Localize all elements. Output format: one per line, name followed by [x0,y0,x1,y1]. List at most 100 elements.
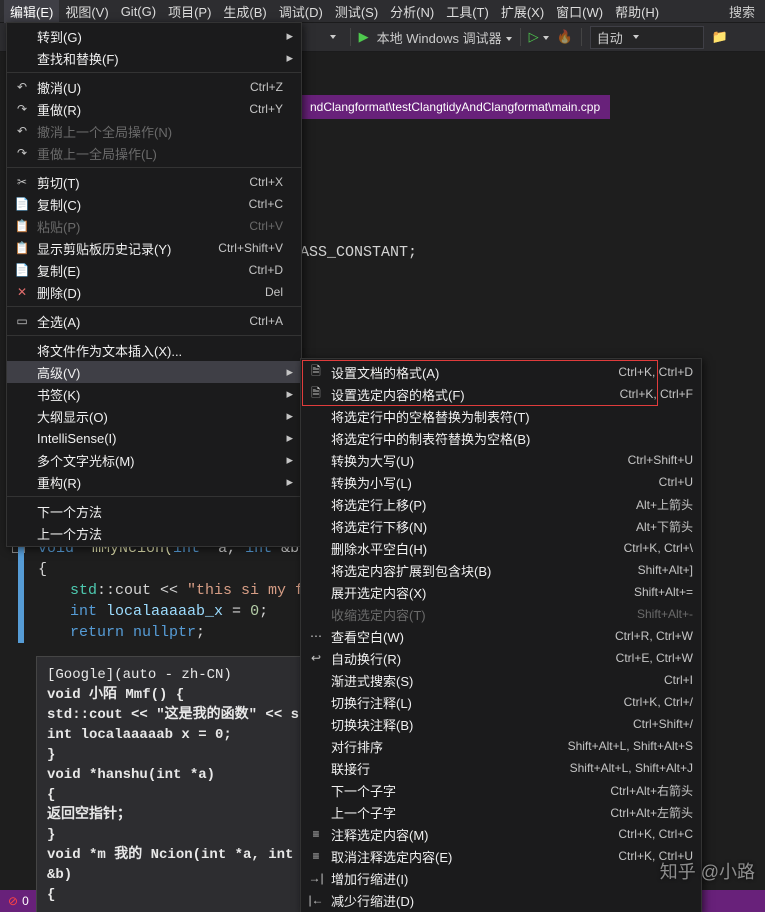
folder-icon[interactable]: 📁 [712,29,728,45]
menu-item[interactable]: ✂剪切(T)Ctrl+X [7,171,301,193]
submenu-item[interactable]: ↩自动换行(R)Ctrl+E, Ctrl+W [301,647,701,669]
menu-item[interactable]: ▭全选(A)Ctrl+A [7,310,301,332]
menu-shortcut: Ctrl+R, Ctrl+W [603,629,693,643]
menu-edit[interactable]: 编辑(E) [4,0,59,23]
submenu-item[interactable]: ≡取消注释选定内容(E)Ctrl+K, Ctrl+U [301,845,701,867]
code-kw: return [70,624,124,641]
code-str: "this si my fu [187,582,313,599]
menu-label: 撤消(U) [31,78,238,97]
play-icon[interactable]: ▶ [359,29,369,45]
submenu-item[interactable]: →|增加行缩进(I) [301,867,701,889]
menu-extensions[interactable]: 扩展(X) [495,0,550,23]
menu-icon: ≡ [307,849,325,863]
menu-item[interactable]: 重构(R)▸ [7,471,301,493]
submenu-item[interactable]: 切换行注释(L)Ctrl+K, Ctrl+/ [301,691,701,713]
submenu-item[interactable]: 切换块注释(B)Ctrl+Shift+/ [301,713,701,735]
status-errors[interactable]: 0 [8,894,29,908]
menu-shortcut: Ctrl+Shift+/ [621,717,693,731]
submenu-item[interactable]: 🗎设置文档的格式(A)Ctrl+K, Ctrl+D [301,361,701,383]
menu-item[interactable]: ↷重做(R)Ctrl+Y [7,98,301,120]
menu-help[interactable]: 帮助(H) [609,0,665,23]
menu-view[interactable]: 视图(V) [59,0,114,23]
submenu-item[interactable]: 🗎设置选定内容的格式(F)Ctrl+K, Ctrl+F [301,383,701,405]
menu-search[interactable]: 搜索 [723,0,761,23]
submenu-item[interactable]: 下一个子字Ctrl+Alt+右箭头 [301,779,701,801]
config-dropdown[interactable] [310,29,342,46]
debugger-target[interactable]: 本地 Windows 调试器 [377,28,512,47]
menu-icon: ✂ [13,175,31,189]
menu-label: 删除(D) [31,283,253,302]
menu-item[interactable]: 查找和替换(F)▸ [7,47,301,69]
menu-icon: ⋯ [307,629,325,643]
menu-item[interactable]: 📄复制(C)Ctrl+C [7,193,301,215]
menu-item[interactable]: IntelliSense(I)▸ [7,427,301,449]
menu-item[interactable]: 转到(G)▸ [7,25,301,47]
menu-label: 联接行 [325,759,558,778]
menu-item[interactable]: 📄复制(E)Ctrl+D [7,259,301,281]
edit-dropdown-menu: 转到(G)▸查找和替换(F)▸↶撤消(U)Ctrl+Z↷重做(R)Ctrl+Y↶… [6,22,302,547]
code-kw: int [70,603,97,620]
menu-label: 将选定内容扩展到包含块(B) [325,561,626,580]
menu-debug[interactable]: 调试(D) [273,0,329,23]
file-tab[interactable]: ndClangformat\testClangtidyAndClangforma… [300,95,610,119]
menu-label: 对行排序 [325,737,556,756]
tooltip-line: { [47,785,311,805]
submenu-item[interactable]: 将选定内容扩展到包含块(B)Shift+Alt+] [301,559,701,581]
submenu-item[interactable]: 对行排序Shift+Alt+L, Shift+Alt+S [301,735,701,757]
menu-item[interactable]: ↶撤消(U)Ctrl+Z [7,76,301,98]
menu-item[interactable]: 下一个方法 [7,500,301,522]
intellisense-tooltip: [Google](auto - zh-CN) void 小陌 Mmf() { s… [36,656,322,912]
play-no-debug-icon[interactable]: ▷ [529,29,549,45]
menu-item[interactable]: 多个文字光标(M)▸ [7,449,301,471]
submenu-item[interactable]: ≡注释选定内容(M)Ctrl+K, Ctrl+C [301,823,701,845]
menu-git[interactable]: Git(G) [115,2,162,21]
menu-project[interactable]: 项目(P) [162,0,217,23]
submenu-item[interactable]: 联接行Shift+Alt+L, Shift+Alt+J [301,757,701,779]
menu-build[interactable]: 生成(B) [217,0,272,23]
submenu-item[interactable]: ⋯查看空白(W)Ctrl+R, Ctrl+W [301,625,701,647]
submenu-item[interactable]: 渐进式搜索(S)Ctrl+I [301,669,701,691]
hot-reload-icon[interactable]: 🔥 [557,29,573,45]
submenu-item[interactable]: 上一个子字Ctrl+Alt+左箭头 [301,801,701,823]
menu-item[interactable]: 高级(V)▸ [7,361,301,383]
tooltip-line: } [47,825,311,845]
submenu-item[interactable]: |←减少行缩进(D) [301,889,701,911]
menu-separator [7,335,301,336]
watermark: 知乎 @小路 [660,858,755,884]
menu-item[interactable]: 将文件作为文本插入(X)... [7,339,301,361]
menu-shortcut: Alt+下箭头 [624,518,693,535]
menu-icon: |← [307,893,325,907]
submenu-item[interactable]: 将选定行上移(P)Alt+上箭头 [301,493,701,515]
menu-window[interactable]: 窗口(W) [550,0,609,23]
submenu-item[interactable]: 将选定行中的空格替换为制表符(T) [301,405,701,427]
menu-icon: ↷ [13,102,31,116]
menu-test[interactable]: 测试(S) [329,0,384,23]
menu-item[interactable]: 上一个方法 [7,522,301,544]
menu-label: 减少行缩进(D) [325,891,681,910]
menu-shortcut: Ctrl+Alt+左箭头 [598,804,693,821]
submenu-item[interactable]: 转换为小写(L)Ctrl+U [301,471,701,493]
tooltip-line: void *m 我的 Ncion(int *a, int &b) [47,845,311,885]
submenu-item[interactable]: 转换为大写(U)Ctrl+Shift+U [301,449,701,471]
menu-shortcut: Ctrl+K, Ctrl+D [606,365,693,379]
menu-item[interactable]: 大纲显示(O)▸ [7,405,301,427]
menu-item[interactable]: 📋显示剪贴板历史记录(Y)Ctrl+Shift+V [7,237,301,259]
code-text: = [232,603,250,620]
menu-shortcut: Ctrl+C [237,197,283,211]
menu-label: 转换为小写(L) [325,473,647,492]
menu-label: 重做上一全局操作(L) [31,144,271,163]
menu-item[interactable]: ✕删除(D)Del [7,281,301,303]
menu-separator [7,167,301,168]
submenu-item[interactable]: 展开选定内容(X)Shift+Alt+= [301,581,701,603]
submenu-item[interactable]: 删除水平空白(H)Ctrl+K, Ctrl+\ [301,537,701,559]
submenu-arrow-icon: ▸ [283,408,293,424]
menu-item[interactable]: 书签(K)▸ [7,383,301,405]
tooltip-line: 返回空指针； [47,805,311,825]
submenu-item[interactable]: 将选定行中的制表符替换为空格(B) [301,427,701,449]
mode-dropdown[interactable]: 自动 [590,26,704,49]
menu-shortcut: Shift+Alt+= [622,585,693,599]
submenu-arrow-icon: ▸ [283,452,293,468]
menu-analyze[interactable]: 分析(N) [384,0,440,23]
submenu-item[interactable]: 将选定行下移(N)Alt+下箭头 [301,515,701,537]
menu-tools[interactable]: 工具(T) [440,0,495,23]
